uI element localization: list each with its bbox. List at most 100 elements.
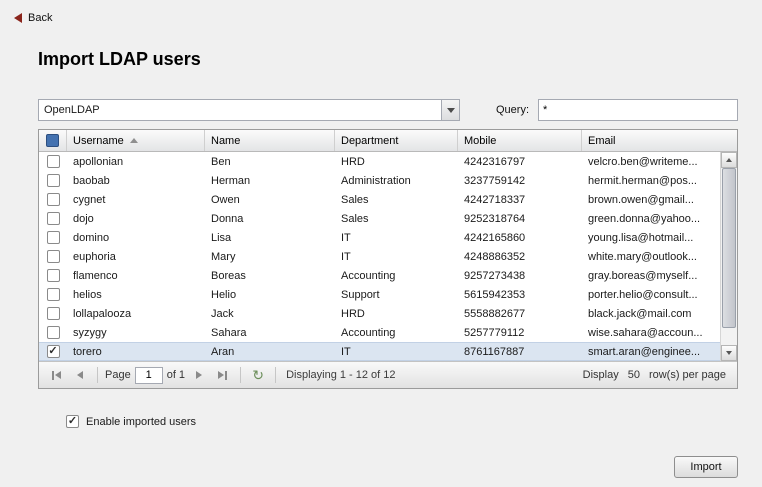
department-cell: Support [335, 289, 458, 301]
enable-imported-users-label: Enable imported users [86, 416, 196, 428]
department-cell: Sales [335, 213, 458, 225]
table-row-helios[interactable]: heliosHelioSupport5615942353porter.helio… [39, 285, 720, 304]
row-checkbox[interactable] [47, 326, 60, 339]
table-row-syzygy[interactable]: syzygySaharaAccounting5257779112wise.sah… [39, 323, 720, 342]
mobile-cell: 5257779112 [458, 327, 582, 339]
row-checkbox[interactable] [47, 174, 60, 187]
enable-imported-users-checkbox[interactable] [66, 415, 79, 428]
name-cell: Boreas [205, 270, 335, 282]
table-row-euphoria[interactable]: euphoriaMaryIT4248886352white.mary@outlo… [39, 247, 720, 266]
email-cell: green.donna@yahoo... [582, 213, 720, 225]
row-checkbox[interactable] [47, 288, 60, 301]
next-page-button[interactable] [189, 365, 209, 385]
username-cell: apollonian [67, 156, 205, 168]
row-checkbox-cell [39, 193, 67, 206]
email-cell: gray.boreas@myself... [582, 270, 720, 282]
mobile-cell: 4242165860 [458, 232, 582, 244]
previous-page-button[interactable] [70, 365, 90, 385]
column-header-mobile[interactable]: Mobile [458, 130, 582, 151]
email-cell: porter.helio@consult... [582, 289, 720, 301]
row-checkbox-cell [39, 250, 67, 263]
table-row-cygnet[interactable]: cygnetOwenSales4242718337brown.owen@gmai… [39, 190, 720, 209]
grid-body: apollonianBenHRD4242316797velcro.ben@wri… [39, 152, 737, 361]
import-button[interactable]: Import [674, 456, 738, 478]
row-checkbox[interactable] [47, 250, 60, 263]
table-row-lollapalooza[interactable]: lollapaloozaJackHRD5558882677black.jack@… [39, 304, 720, 323]
mobile-cell: 4248886352 [458, 251, 582, 263]
username-cell: cygnet [67, 194, 205, 206]
username-cell: syzygy [67, 327, 205, 339]
directory-source-select[interactable]: OpenLDAP [38, 99, 460, 121]
email-cell: hermit.herman@pos... [582, 175, 720, 187]
page-size-controls: Display 50 row(s) per page [583, 369, 730, 381]
row-checkbox[interactable] [47, 231, 60, 244]
username-cell: domino [67, 232, 205, 244]
column-header-mobile-label: Mobile [464, 135, 496, 147]
select-all-cell[interactable] [39, 130, 67, 151]
page-number-input[interactable] [135, 367, 163, 384]
department-cell: IT [335, 232, 458, 244]
mobile-cell: 9252318764 [458, 213, 582, 225]
table-row-baobab[interactable]: baobabHermanAdministration3237759142herm… [39, 171, 720, 190]
email-cell: white.mary@outlook... [582, 251, 720, 263]
table-row-domino[interactable]: dominoLisaIT4242165860young.lisa@hotmail… [39, 228, 720, 247]
row-checkbox-cell [39, 307, 67, 320]
row-checkbox[interactable] [47, 269, 60, 282]
email-cell: wise.sahara@accoun... [582, 327, 720, 339]
row-checkbox-cell [39, 269, 67, 282]
row-checkbox[interactable] [47, 212, 60, 225]
column-header-name-label: Name [211, 135, 240, 147]
table-row-apollonian[interactable]: apollonianBenHRD4242316797velcro.ben@wri… [39, 152, 720, 171]
row-checkbox-cell [39, 326, 67, 339]
column-header-department[interactable]: Department [335, 130, 458, 151]
mobile-cell: 9257273438 [458, 270, 582, 282]
enable-imported-users[interactable]: Enable imported users [66, 415, 738, 428]
row-checkbox[interactable] [47, 155, 60, 168]
email-cell: velcro.ben@writeme... [582, 156, 720, 168]
scroll-up-button[interactable] [721, 152, 737, 168]
chevron-down-icon[interactable] [441, 100, 459, 120]
department-cell: HRD [335, 156, 458, 168]
name-cell: Helio [205, 289, 335, 301]
department-cell: HRD [335, 308, 458, 320]
directory-source-value: OpenLDAP [39, 100, 441, 120]
page-title: Import LDAP users [38, 49, 762, 70]
username-cell: torero [67, 346, 205, 358]
row-checkbox[interactable] [47, 193, 60, 206]
row-checkbox-cell [39, 155, 67, 168]
table-row-flamenco[interactable]: flamencoBoreasAccounting9257273438gray.b… [39, 266, 720, 285]
first-page-button[interactable] [46, 365, 66, 385]
table-row-dojo[interactable]: dojoDonnaSales9252318764green.donna@yaho… [39, 209, 720, 228]
back-button[interactable]: Back [0, 0, 70, 24]
column-header-username[interactable]: Username [67, 130, 205, 151]
filter-row: OpenLDAP Query: [38, 99, 738, 121]
scrollbar-track[interactable] [721, 168, 737, 345]
row-checkbox[interactable] [47, 307, 60, 320]
row-checkbox-cell [39, 288, 67, 301]
select-all-checkbox[interactable] [46, 134, 59, 147]
column-header-username-label: Username [73, 135, 124, 147]
email-cell: smart.aran@enginee... [582, 346, 720, 358]
table-row-torero[interactable]: toreroAranIT8761167887smart.aran@enginee… [39, 342, 720, 361]
row-checkbox-cell [39, 174, 67, 187]
username-cell: dojo [67, 213, 205, 225]
paging-toolbar: Page of 1 ↻ Displaying 1 - 12 of 12 Disp… [39, 361, 737, 388]
vertical-scrollbar[interactable] [720, 152, 737, 361]
scroll-down-button[interactable] [721, 345, 737, 361]
row-checkbox[interactable] [47, 345, 60, 358]
query-input[interactable] [538, 99, 738, 121]
column-header-name[interactable]: Name [205, 130, 335, 151]
name-cell: Donna [205, 213, 335, 225]
scrollbar-thumb[interactable] [722, 168, 736, 328]
grid-rows: apollonianBenHRD4242316797velcro.ben@wri… [39, 152, 720, 361]
refresh-button[interactable]: ↻ [248, 365, 268, 385]
page-size-value[interactable]: 50 [628, 369, 640, 381]
email-cell: young.lisa@hotmail... [582, 232, 720, 244]
back-label: Back [28, 12, 52, 24]
last-page-button[interactable] [213, 365, 233, 385]
column-header-email[interactable]: Email [582, 130, 737, 151]
scroll-up-icon [726, 158, 732, 162]
last-page-icon [218, 371, 224, 379]
name-cell: Herman [205, 175, 335, 187]
ldap-users-grid: Username Name Department Mobile Email ap… [38, 129, 738, 389]
